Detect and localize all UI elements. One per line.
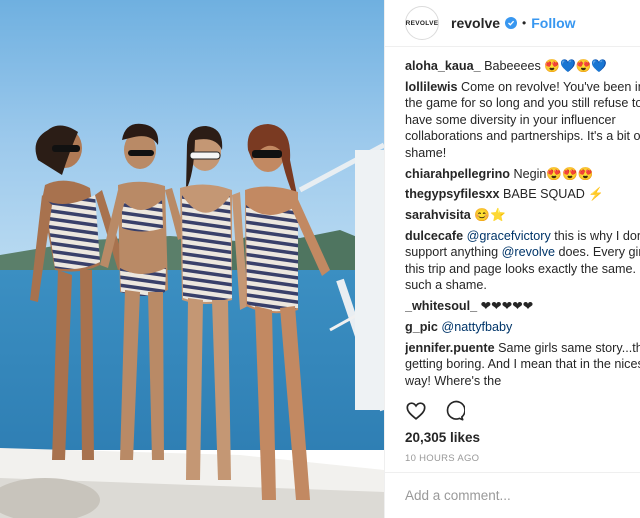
comment-username[interactable]: aloha_kaua_ [405,59,481,73]
blue-heart-emoji-icon: 💙 [560,59,576,73]
comment: _whitesoul_ ❤❤❤❤❤ [405,298,640,315]
post-photo[interactable] [0,0,384,518]
comment-username[interactable]: sarahvisita [405,208,471,222]
comment-username[interactable]: dulcecafe [405,229,463,243]
account-username[interactable]: revolve [451,15,500,31]
instagram-post: REVOLVE revolve • Follow aloha_kaua_ Bab… [0,0,640,518]
lightning-emoji-icon: ⚡ [588,187,605,202]
heart-eyes-emoji-icon: 😍 [575,59,592,73]
avatar[interactable]: REVOLVE [405,6,439,40]
comment-username[interactable]: g_pic [405,320,438,334]
post-sidebar: REVOLVE revolve • Follow aloha_kaua_ Bab… [384,0,640,518]
comment: thegypsyfilesxx BABE SQUAD ⚡ [405,186,640,203]
heart-eyes-emoji-icon: 😍😍😍 [546,166,594,181]
comments-list[interactable]: aloha_kaua_ Babeeees 😍💙😍💙 lollilewis Com… [405,58,640,388]
post-actions [405,400,466,427]
verified-badge-icon [505,17,518,29]
comment-bubble-icon[interactable] [443,400,466,427]
add-comment-input[interactable]: Add a comment... [405,488,511,503]
smiling-face-emoji-icon: 😊 [474,208,490,223]
comment-username[interactable]: thegypsyfilesxx [405,187,500,201]
comment-text: BABE SQUAD [499,187,589,202]
comment: aloha_kaua_ Babeeees 😍💙😍💙 [405,58,640,75]
comment-mention[interactable]: @nattyfbaby [441,320,512,334]
separator-dot: • [522,16,527,30]
comment-username[interactable]: lollilewis [405,80,458,94]
comment: sarahvisita 😊⭐ [405,207,640,224]
star-emoji-icon: ⭐ [490,208,506,223]
like-heart-icon[interactable] [405,400,427,427]
comment-text: Babeeees [480,59,545,73]
post-photo-image [0,0,384,518]
follow-button[interactable]: Follow [531,15,575,31]
post-header: REVOLVE revolve • Follow [385,0,640,47]
avatar-logo-text: REVOLVE [405,19,439,27]
comment-text: Negin [509,166,547,181]
comment-username[interactable]: _whitesoul_ [405,299,477,313]
comment-username[interactable]: chiarahpellegrino [405,167,510,181]
comment: lollilewis Come on revolve! You've been … [405,79,640,162]
heart-eyes-emoji-icon: 😍 [544,59,561,73]
comment-mention[interactable]: @revolve [502,245,555,259]
comment-username[interactable]: jennifer.puente [405,341,495,355]
comment: dulcecafe @gracefvictory this is why I d… [405,228,640,294]
comment: chiarahpellegrino Negin😍😍😍 [405,166,640,183]
comment-text: ❤❤❤❤❤ [477,299,534,314]
comment-mention[interactable]: @gracefvictory [467,229,551,243]
add-comment-bar[interactable]: Add a comment... [385,472,640,518]
comment: g_pic @nattyfbaby [405,319,640,336]
comment: jennifer.puente Same girls same story...… [405,340,640,388]
post-timestamp[interactable]: 10 HOURS AGO [405,453,479,464]
likes-count[interactable]: 20,305 likes [405,430,480,445]
blue-heart-emoji-icon: 💙 [591,59,608,73]
